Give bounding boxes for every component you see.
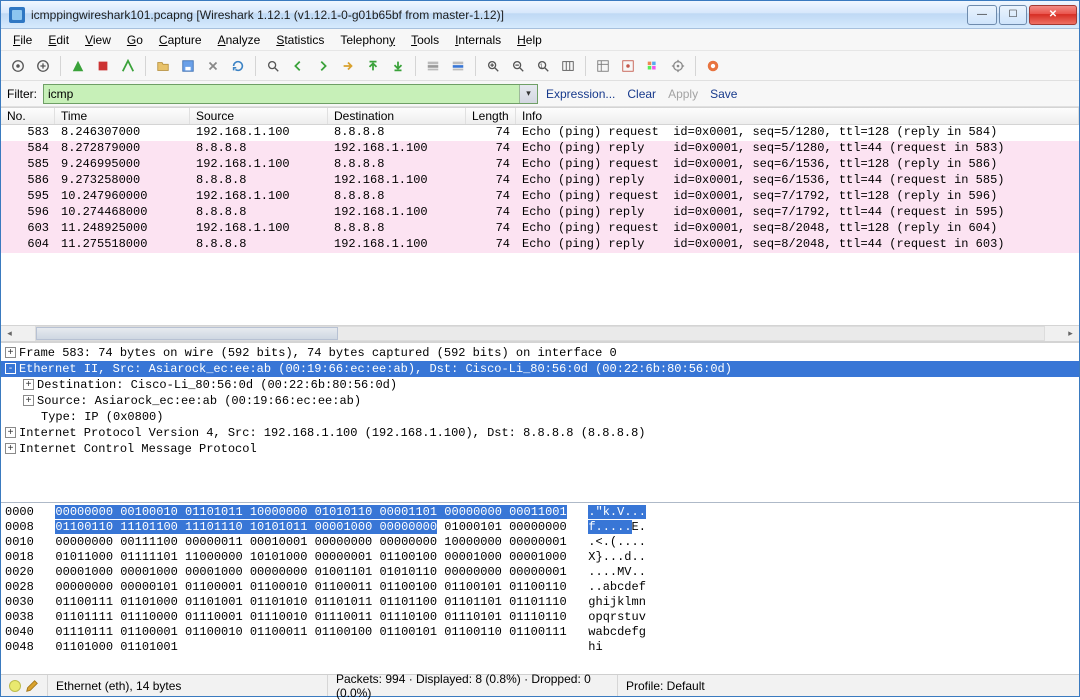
packet-row[interactable]: 59610.2744680008.8.8.8192.168.1.10074Ech…: [1, 205, 1079, 221]
interfaces-icon[interactable]: [7, 55, 29, 77]
scroll-right-icon[interactable]: ▸: [1062, 326, 1079, 341]
menubar: File Edit View Go Capture Analyze Statis…: [1, 29, 1079, 51]
toolbar: 1: [1, 51, 1079, 81]
filter-save[interactable]: Save: [706, 87, 741, 101]
app-window: icmppingwireshark101.pcapng [Wireshark 1…: [0, 0, 1080, 697]
menu-help[interactable]: Help: [511, 31, 548, 49]
packet-list-header[interactable]: No. Time Source Destination Length Info: [1, 107, 1079, 125]
collapse-icon[interactable]: -: [5, 363, 16, 374]
menu-internals[interactable]: Internals: [449, 31, 507, 49]
find-icon[interactable]: [262, 55, 284, 77]
packet-details-pane[interactable]: +Frame 583: 74 bytes on wire (592 bits),…: [1, 342, 1079, 502]
filter-clear[interactable]: Clear: [623, 87, 660, 101]
expand-icon[interactable]: +: [5, 347, 16, 358]
titlebar[interactable]: icmppingwireshark101.pcapng [Wireshark 1…: [1, 1, 1079, 29]
capture-filters-icon[interactable]: [592, 55, 614, 77]
packet-row[interactable]: 5869.2732580008.8.8.8192.168.1.10074Echo…: [1, 173, 1079, 189]
edit-icon[interactable]: [25, 679, 39, 693]
status-field: Ethernet (eth), 14 bytes: [48, 675, 328, 696]
filter-apply[interactable]: Apply: [664, 87, 702, 101]
back-icon[interactable]: [287, 55, 309, 77]
open-file-icon[interactable]: [152, 55, 174, 77]
packet-rows[interactable]: 5838.246307000192.168.1.1008.8.8.874Echo…: [1, 125, 1079, 325]
forward-icon[interactable]: [312, 55, 334, 77]
tree-frame[interactable]: +Frame 583: 74 bytes on wire (592 bits),…: [1, 345, 1079, 361]
goto-icon[interactable]: [337, 55, 359, 77]
expand-icon[interactable]: +: [23, 395, 34, 406]
help-icon[interactable]: [702, 55, 724, 77]
h-scrollbar[interactable]: ◂ ▸: [1, 325, 1079, 342]
zoom-out-icon[interactable]: [507, 55, 529, 77]
packet-row[interactable]: 5848.2728790008.8.8.8192.168.1.10074Echo…: [1, 141, 1079, 157]
col-destination[interactable]: Destination: [328, 108, 466, 124]
zoom-reset-icon[interactable]: 1: [532, 55, 554, 77]
filter-input[interactable]: [44, 87, 519, 101]
filter-box: ▾: [43, 84, 538, 104]
menu-go[interactable]: Go: [121, 31, 149, 49]
col-no[interactable]: No.: [1, 108, 55, 124]
zoom-in-icon[interactable]: [482, 55, 504, 77]
autoscroll-icon[interactable]: [447, 55, 469, 77]
start-capture-icon[interactable]: [67, 55, 89, 77]
tree-eth-dst[interactable]: +Destination: Cisco-Li_80:56:0d (00:22:6…: [1, 377, 1079, 393]
close-button[interactable]: ✕: [1029, 5, 1077, 25]
resize-cols-icon[interactable]: [557, 55, 579, 77]
status-bar: Ethernet (eth), 14 bytes Packets: 994 · …: [1, 674, 1079, 696]
packet-row[interactable]: 5838.246307000192.168.1.1008.8.8.874Echo…: [1, 125, 1079, 141]
menu-view[interactable]: View: [79, 31, 117, 49]
tree-icmp[interactable]: +Internet Control Message Protocol: [1, 441, 1079, 457]
close-file-icon[interactable]: [202, 55, 224, 77]
status-expert[interactable]: [1, 675, 48, 696]
filter-dropdown-icon[interactable]: ▾: [519, 85, 537, 103]
colorize-icon[interactable]: [422, 55, 444, 77]
menu-edit[interactable]: Edit: [42, 31, 75, 49]
restart-capture-icon[interactable]: [117, 55, 139, 77]
reload-icon[interactable]: [227, 55, 249, 77]
minimize-button[interactable]: —: [967, 5, 997, 25]
prefs-icon[interactable]: [667, 55, 689, 77]
tree-ethernet[interactable]: -Ethernet II, Src: Asiarock_ec:ee:ab (00…: [1, 361, 1079, 377]
expert-info-icon[interactable]: [9, 680, 21, 692]
col-info[interactable]: Info: [516, 108, 1079, 124]
filter-bar: Filter: ▾ Expression... Clear Apply Save: [1, 81, 1079, 107]
packet-row[interactable]: 59510.247960000192.168.1.1008.8.8.874Ech…: [1, 189, 1079, 205]
display-filters-icon[interactable]: [617, 55, 639, 77]
packet-row[interactable]: 60311.248925000192.168.1.1008.8.8.874Ech…: [1, 221, 1079, 237]
filter-expression[interactable]: Expression...: [542, 87, 619, 101]
status-packets: Packets: 994 · Displayed: 8 (0.8%) · Dro…: [328, 675, 618, 696]
goto-last-icon[interactable]: [387, 55, 409, 77]
packet-list-pane: No. Time Source Destination Length Info …: [1, 107, 1079, 342]
col-length[interactable]: Length: [466, 108, 516, 124]
tree-eth-src[interactable]: +Source: Asiarock_ec:ee:ab (00:19:66:ec:…: [1, 393, 1079, 409]
scroll-thumb[interactable]: [36, 327, 338, 340]
svg-text:1: 1: [540, 62, 544, 69]
filter-label: Filter:: [7, 87, 37, 101]
menu-tools[interactable]: Tools: [405, 31, 445, 49]
menu-statistics[interactable]: Statistics: [270, 31, 330, 49]
packet-row[interactable]: 5859.246995000192.168.1.1008.8.8.874Echo…: [1, 157, 1079, 173]
tree-eth-type[interactable]: Type: IP (0x0800): [1, 409, 1079, 425]
scroll-left-icon[interactable]: ◂: [1, 326, 18, 341]
menu-capture[interactable]: Capture: [153, 31, 208, 49]
tree-ip[interactable]: +Internet Protocol Version 4, Src: 192.1…: [1, 425, 1079, 441]
col-source[interactable]: Source: [190, 108, 328, 124]
expand-icon[interactable]: +: [5, 427, 16, 438]
col-time[interactable]: Time: [55, 108, 190, 124]
coloring-rules-icon[interactable]: [642, 55, 664, 77]
title-text: icmppingwireshark101.pcapng [Wireshark 1…: [31, 8, 967, 22]
packet-bytes-pane[interactable]: 0000 00000000 00100010 01101011 10000000…: [1, 502, 1079, 674]
options-icon[interactable]: [32, 55, 54, 77]
menu-analyze[interactable]: Analyze: [212, 31, 267, 49]
expand-icon[interactable]: +: [23, 379, 34, 390]
packet-row[interactable]: 60411.2755180008.8.8.8192.168.1.10074Ech…: [1, 237, 1079, 253]
menu-file[interactable]: File: [7, 31, 38, 49]
stop-capture-icon[interactable]: [92, 55, 114, 77]
goto-first-icon[interactable]: [362, 55, 384, 77]
app-icon: [9, 7, 25, 23]
status-profile[interactable]: Profile: Default: [618, 675, 1079, 696]
menu-telephony[interactable]: Telephony: [334, 31, 401, 49]
maximize-button[interactable]: ☐: [999, 5, 1027, 25]
expand-icon[interactable]: +: [5, 443, 16, 454]
save-file-icon[interactable]: [177, 55, 199, 77]
